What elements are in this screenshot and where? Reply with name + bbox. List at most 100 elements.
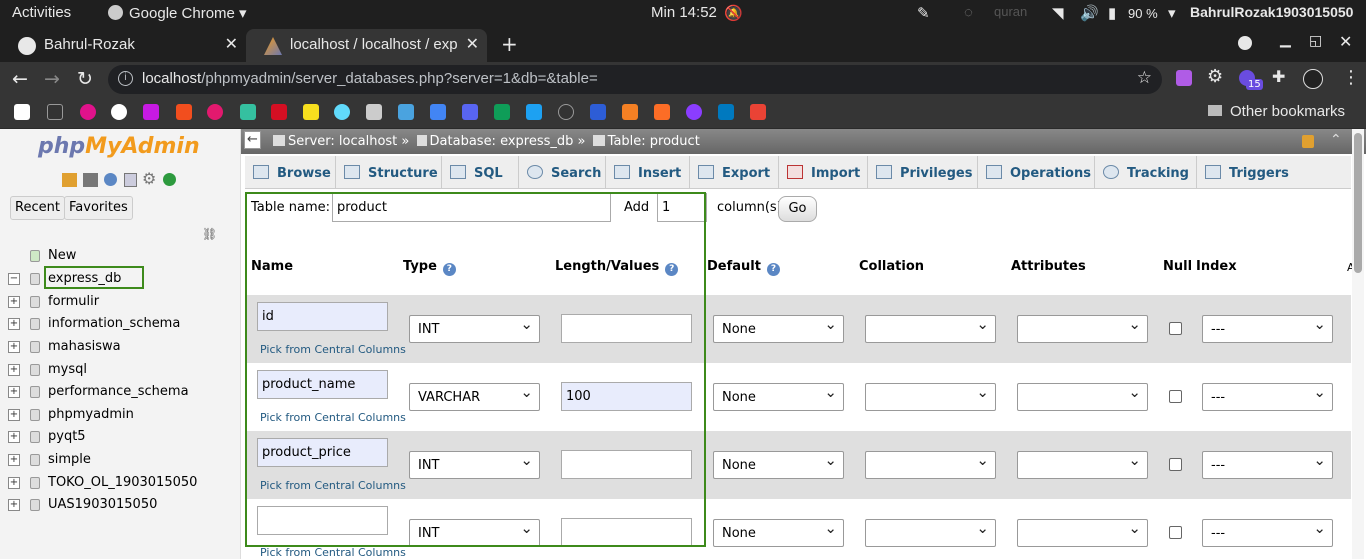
docs-icon[interactable] <box>124 173 137 187</box>
close-window-icon[interactable]: ✕ <box>1339 32 1352 51</box>
collation-select[interactable] <box>865 315 996 343</box>
expand-icon[interactable]: + <box>8 409 20 421</box>
breadcrumb-database[interactable]: Database: express_db <box>430 134 574 149</box>
close-icon[interactable]: ✕ <box>466 34 479 54</box>
chrome-menu-icon[interactable]: ⋮ <box>1342 67 1360 88</box>
collation-select[interactable] <box>865 451 996 479</box>
null-checkbox[interactable] <box>1169 390 1182 403</box>
tree-item-simple[interactable]: + simple <box>8 450 228 470</box>
bookmark-github-icon[interactable] <box>558 104 574 120</box>
default-select[interactable]: None <box>713 383 844 411</box>
collapse-arrow-icon[interactable]: ← <box>244 131 261 149</box>
gear-icon[interactable]: ⚙ <box>142 169 156 188</box>
tab-search-icon[interactable] <box>1238 36 1252 50</box>
tab-structure[interactable]: Structure <box>336 156 442 188</box>
bookmark-icon[interactable] <box>143 104 159 120</box>
tree-item-formulir[interactable]: + formulir <box>8 292 228 312</box>
pick-central-columns-link[interactable]: Pick from Central Columns <box>260 546 406 559</box>
user-name[interactable]: BahrulRozak1903015050 <box>1190 4 1353 20</box>
tab-browse[interactable]: Browse <box>245 156 336 188</box>
system-menu-chevron-icon[interactable]: ▾ <box>1168 4 1176 22</box>
clock[interactable]: Min 14:52 <box>651 4 717 21</box>
null-checkbox[interactable] <box>1169 322 1182 335</box>
minimize-icon[interactable]: ▁ <box>1280 32 1291 48</box>
default-select[interactable]: None <box>713 451 844 479</box>
maximize-icon[interactable]: ◱ <box>1309 33 1322 49</box>
collation-select[interactable] <box>865 519 996 547</box>
pen-icon[interactable]: ✎ <box>917 4 930 22</box>
url-input[interactable]: i localhost/phpmyadmin/server_databases.… <box>108 65 1162 94</box>
app-menu[interactable]: Google Chrome ▾ <box>108 4 247 22</box>
bookmark-gitlab-icon[interactable] <box>654 104 670 120</box>
tab-tracking[interactable]: Tracking <box>1095 156 1197 188</box>
bookmark-icon[interactable] <box>366 104 382 120</box>
bookmark-icon[interactable] <box>14 104 30 120</box>
profile-avatar[interactable] <box>1303 69 1323 89</box>
help-icon[interactable] <box>104 173 117 186</box>
default-select[interactable]: None <box>713 315 844 343</box>
tree-item-pyqt5[interactable]: + pyqt5 <box>8 427 228 447</box>
bookmark-icon[interactable] <box>240 104 256 120</box>
tab-operations[interactable]: Operations <box>978 156 1095 188</box>
forward-arrow-icon[interactable]: → <box>44 68 60 90</box>
attributes-select[interactable] <box>1017 383 1148 411</box>
tab-insert[interactable]: Insert <box>606 156 690 188</box>
volume-icon[interactable]: 🔊 <box>1080 4 1099 22</box>
bookmark-icon[interactable] <box>80 104 96 120</box>
collation-select[interactable] <box>865 383 996 411</box>
wifi-icon[interactable]: ◥ <box>1052 4 1064 22</box>
expand-icon[interactable]: + <box>8 386 20 398</box>
expand-icon[interactable]: + <box>8 296 20 308</box>
expand-icon[interactable]: + <box>8 499 20 511</box>
tab-privileges[interactable]: Privileges <box>868 156 978 188</box>
reload-icon[interactable] <box>163 173 176 186</box>
bookmark-react-icon[interactable] <box>334 104 350 120</box>
browser-tab-github[interactable]: Bahrul-Rozak ✕ <box>0 29 246 62</box>
collapse-up-icon[interactable]: ⌃ <box>1330 132 1342 148</box>
bookmark-stackoverflow-icon[interactable] <box>622 104 638 120</box>
expand-icon[interactable]: + <box>8 454 20 466</box>
attributes-select[interactable] <box>1017 315 1148 343</box>
tree-item-phpmyadmin[interactable]: + phpmyadmin <box>8 405 228 425</box>
browser-tab-phpmyadmin[interactable]: localhost / localhost / exp ✕ <box>246 29 487 62</box>
expand-icon[interactable]: − <box>8 273 20 285</box>
index-select[interactable]: --- <box>1202 451 1333 479</box>
close-icon[interactable]: ✕ <box>225 34 238 54</box>
reload-icon[interactable]: ↻ <box>77 68 93 90</box>
tree-item-new[interactable]: New <box>8 246 228 266</box>
new-tab-button[interactable]: + <box>501 32 518 56</box>
bookmark-icon[interactable] <box>207 104 223 120</box>
tab-export[interactable]: Export <box>690 156 779 188</box>
tab-import[interactable]: Import <box>779 156 868 188</box>
scrollbar[interactable] <box>1352 129 1364 559</box>
breadcrumb-server[interactable]: Server: localhost <box>288 134 397 149</box>
settings-gear-icon[interactable]: ⚙ <box>1207 66 1223 87</box>
tree-item-uas[interactable]: + UAS1903015050 <box>8 495 228 515</box>
bookmark-icon[interactable] <box>686 104 702 120</box>
bookmark-icon[interactable] <box>303 104 319 120</box>
bookmark-gmail-icon[interactable] <box>750 104 766 120</box>
index-select[interactable]: --- <box>1202 315 1333 343</box>
bookmark-icon[interactable] <box>526 104 542 120</box>
breadcrumb-table[interactable]: Table: product <box>608 134 700 149</box>
bookmark-drive-icon[interactable] <box>494 104 510 120</box>
null-checkbox[interactable] <box>1169 458 1182 471</box>
tab-sql[interactable]: SQL <box>442 156 519 188</box>
bookmark-icon[interactable] <box>590 104 606 120</box>
bookmark-trello-icon[interactable] <box>718 104 734 120</box>
bookmark-star-icon[interactable]: ☆ <box>1137 68 1152 88</box>
bookmark-globe-icon[interactable] <box>111 104 127 120</box>
bookmark-github-icon[interactable] <box>47 104 63 120</box>
scrollbar-thumb[interactable] <box>1354 133 1362 273</box>
tree-item-performance-schema[interactable]: + performance_schema <box>8 382 228 402</box>
battery-icon[interactable]: ▮ <box>1108 4 1116 22</box>
other-bookmarks[interactable]: Other bookmarks <box>1208 103 1345 120</box>
bookmark-figma-icon[interactable] <box>176 104 192 120</box>
extensions-puzzle-icon[interactable]: ✚ <box>1272 67 1285 86</box>
bookmark-icon[interactable] <box>271 104 287 120</box>
null-checkbox[interactable] <box>1169 526 1182 539</box>
expand-icon[interactable]: + <box>8 431 20 443</box>
bookmark-icon[interactable] <box>462 104 478 120</box>
link-chain-icon[interactable]: ⛓ <box>202 227 217 241</box>
go-button[interactable]: Go <box>778 196 817 222</box>
